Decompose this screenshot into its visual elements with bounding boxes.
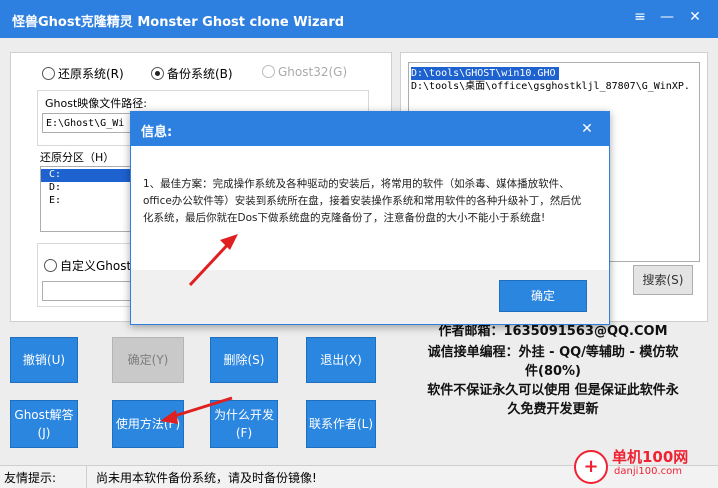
annotation-arrow xyxy=(167,396,233,420)
annotation-arrow xyxy=(188,238,234,287)
arrow-head-icon xyxy=(160,410,178,424)
annotation-arrows xyxy=(160,234,238,424)
app-window: 怪兽Ghost克隆精灵 Monster Ghost clone Wizard ≡… xyxy=(0,0,718,488)
arrow-head-icon xyxy=(220,234,238,250)
